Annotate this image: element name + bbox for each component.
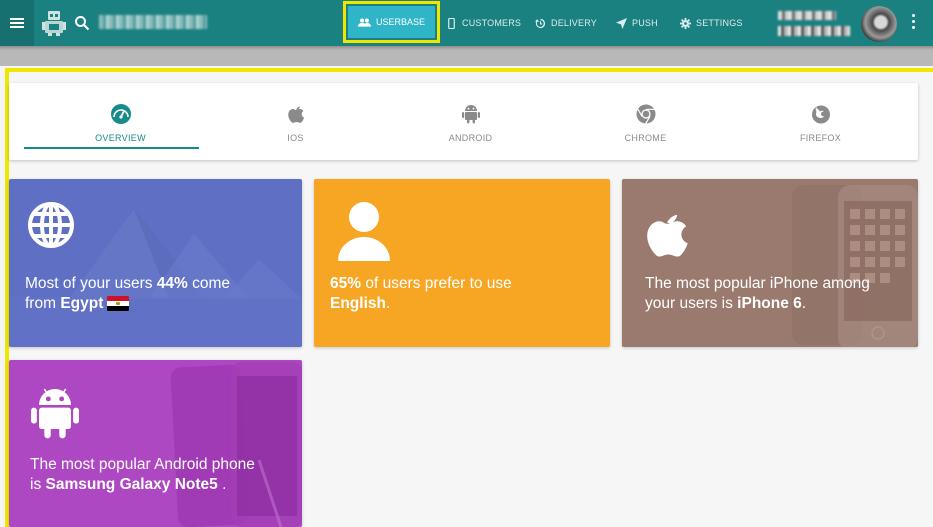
app-name-blurred <box>99 15 207 29</box>
nav-label: USERBASE <box>375 17 426 27</box>
country-stat-card: Most of your users 44% come from Egypt <box>9 179 302 347</box>
android-stat-card: The most popular Android phone is Samsun… <box>9 360 302 527</box>
language-percent: 65% <box>330 275 362 292</box>
text-part: . <box>385 295 391 312</box>
text-part: . <box>801 295 807 312</box>
nav-label: CUSTOMERS <box>462 18 522 28</box>
globe-icon <box>28 202 74 248</box>
iphone-stat-text: The most popular iPhone among your users… <box>645 274 870 314</box>
nav-label: SETTINGS <box>696 18 743 28</box>
nav-settings[interactable]: SETTINGS <box>680 0 743 46</box>
top-language: English <box>330 295 386 312</box>
tab-firefox[interactable]: FIREFOX <box>733 83 908 160</box>
nav-delivery[interactable]: DELIVERY <box>535 0 597 46</box>
country-stat-text: Most of your users 44% come from Egypt <box>25 274 230 314</box>
top-app-bar: USERBASE CUSTOMERS DELIVERY PUSH SETTING… <box>0 0 933 46</box>
apple-icon <box>647 214 688 257</box>
nav-label: DELIVERY <box>551 18 597 28</box>
avatar[interactable] <box>861 6 897 42</box>
egypt-flag-icon <box>107 296 130 311</box>
menu-button[interactable] <box>0 0 34 46</box>
android-icon <box>461 105 480 124</box>
firefox-icon <box>811 105 830 124</box>
top-android-model: Samsung Galaxy Note5 <box>45 476 218 493</box>
active-tab-indicator <box>24 147 199 149</box>
tab-label: IOS <box>287 133 304 143</box>
platform-tabs: OVERVIEW IOS ANDROID CHROME FIREFOX <box>9 83 918 160</box>
text-part: The most popular Android phone <box>30 456 255 473</box>
iphone-stat-card: The most popular iPhone among your users… <box>622 179 918 347</box>
user-email-blurred <box>778 26 850 36</box>
tab-label: OVERVIEW <box>95 133 146 143</box>
top-iphone-model: iPhone 6 <box>737 295 802 312</box>
tab-label: CHROME <box>624 133 667 143</box>
text-part: from <box>25 295 61 312</box>
text-part: is <box>30 476 46 493</box>
chrome-icon <box>636 104 655 124</box>
tab-label: ANDROID <box>448 133 493 143</box>
android-icon <box>31 388 79 439</box>
language-stat-text: 65% of users prefer to use English. <box>330 274 512 314</box>
hamburger-icon <box>10 18 24 28</box>
header-shadow <box>0 46 933 50</box>
dashboard-gauge-icon <box>110 104 131 124</box>
nav-label: PUSH <box>632 18 658 28</box>
more-vert-icon[interactable] <box>910 14 916 32</box>
phone-icon <box>448 17 455 29</box>
iphone-background <box>792 185 918 347</box>
tab-ios[interactable]: IOS <box>208 83 383 160</box>
apple-icon <box>287 106 304 123</box>
robot-logo-icon[interactable] <box>40 9 68 37</box>
text-part: your users is <box>645 295 738 312</box>
top-country-name: Egypt <box>60 295 104 312</box>
language-stat-card: 65% of users prefer to use English. <box>314 179 610 347</box>
nav-push[interactable]: PUSH <box>616 0 658 46</box>
group-icon <box>357 17 371 27</box>
tab-android[interactable]: ANDROID <box>383 83 558 160</box>
tab-chrome[interactable]: CHROME <box>558 83 733 160</box>
text-part: of users prefer to use <box>361 275 512 292</box>
nav-userbase[interactable]: USERBASE <box>343 1 440 43</box>
text-part: . <box>217 476 227 493</box>
gear-icon <box>680 17 691 29</box>
search-icon[interactable] <box>74 15 90 31</box>
text-part: The most popular iPhone among <box>645 275 870 292</box>
tab-label: FIREFOX <box>799 133 842 143</box>
text-part: Most of your users <box>25 275 157 292</box>
send-icon <box>616 17 627 29</box>
text-part: come <box>187 275 231 292</box>
top-country-percent: 44% <box>156 275 188 292</box>
person-icon <box>338 202 390 261</box>
android-stat-text: The most popular Android phone is Samsun… <box>30 455 255 495</box>
user-name-blurred <box>778 11 836 20</box>
history-icon <box>535 18 546 28</box>
nav-customers[interactable]: CUSTOMERS <box>446 0 521 46</box>
